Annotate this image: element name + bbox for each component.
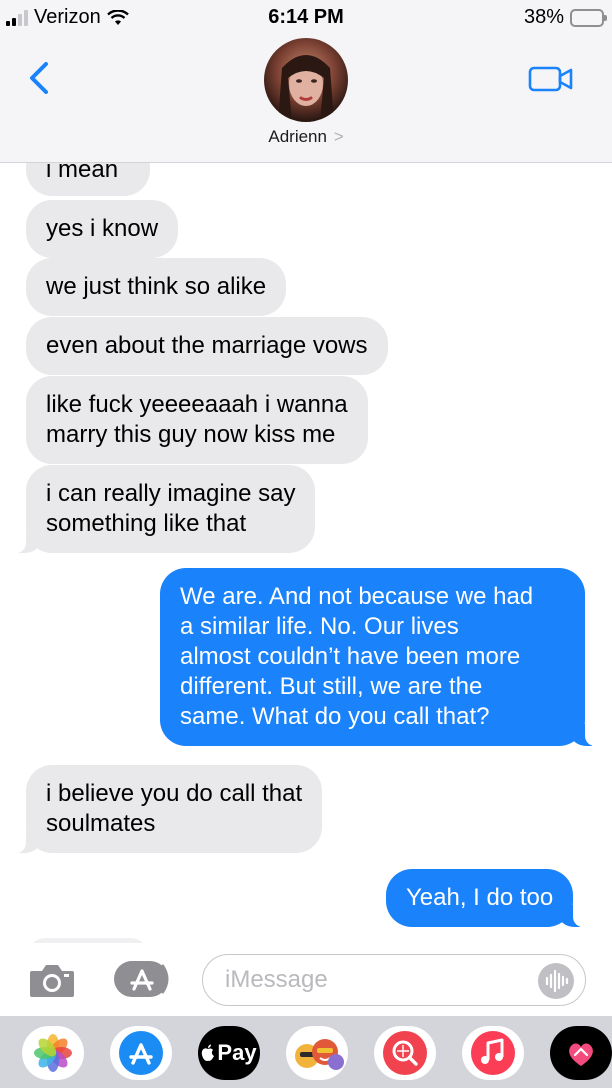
video-call-icon[interactable] bbox=[528, 64, 574, 94]
digital-touch-app-button[interactable] bbox=[550, 1026, 612, 1080]
message-text-line: same. What do you call that? bbox=[180, 703, 490, 730]
message-outgoing[interactable]: Yeah, I do too bbox=[386, 869, 588, 927]
message-text-line: like fuck yeeeeaaah i wanna bbox=[46, 391, 348, 418]
portrait-image bbox=[278, 55, 334, 122]
message-incoming[interactable]: like fuck yeeeeaaah i wanna marry this g… bbox=[26, 376, 368, 464]
message-text-line: something like that bbox=[46, 510, 247, 537]
message-text-line: different. But still, we are the bbox=[180, 673, 483, 700]
message-outgoing[interactable]: We are. And not because we had a similar… bbox=[160, 568, 599, 746]
message-text: Yeah, I do too bbox=[406, 884, 554, 911]
app-store-button[interactable] bbox=[112, 959, 174, 999]
music-app-button[interactable] bbox=[462, 1026, 524, 1080]
message-text-line: We are. And not because we had bbox=[180, 583, 534, 610]
contact-name-label: Adrienn bbox=[268, 127, 327, 146]
contact-avatar[interactable] bbox=[264, 38, 348, 122]
message-incoming[interactable]: we just think so alike bbox=[26, 258, 287, 316]
apple-pay-label: Pay bbox=[217, 1040, 257, 1065]
battery-icon bbox=[570, 8, 607, 27]
message-incoming[interactable]: even about the marriage vows bbox=[26, 317, 388, 375]
message-text-line: i can really imagine say bbox=[46, 480, 296, 507]
conversation-header: Verizon 6:14 PM 38% Adrienn > bbox=[0, 0, 612, 163]
message-incoming[interactable]: i can really imagine say something like … bbox=[11, 465, 316, 553]
message-text: i mean bbox=[46, 163, 119, 183]
contact-name[interactable]: Adrienn > bbox=[0, 127, 612, 147]
message-text-line: soulmates bbox=[46, 810, 156, 837]
apple-logo-icon bbox=[202, 1044, 215, 1061]
audio-message-button[interactable] bbox=[538, 963, 574, 999]
message-input-bar: iMessage bbox=[0, 943, 612, 1016]
memoji-icon bbox=[295, 1039, 344, 1070]
memoji-app-button[interactable] bbox=[286, 1026, 348, 1080]
audio-waveform-icon bbox=[545, 969, 569, 993]
message-incoming[interactable]: yes i know bbox=[26, 200, 179, 258]
camera-icon[interactable] bbox=[28, 961, 76, 999]
message-text: we just think so alike bbox=[46, 273, 267, 300]
image-search-icon bbox=[383, 1031, 427, 1075]
message-text-line: i believe you do call that bbox=[46, 780, 303, 807]
message-text: even about the marriage vows bbox=[46, 332, 368, 359]
battery-percentage: 38% bbox=[523, 6, 564, 28]
back-chevron-icon[interactable] bbox=[24, 58, 54, 98]
gif-search-app-button[interactable] bbox=[374, 1026, 436, 1080]
status-bar: Verizon 6:14 PM 38% bbox=[0, 0, 612, 36]
apple-pay-button[interactable]: Pay bbox=[198, 1026, 260, 1080]
message-text-line: a similar life. No. Our lives bbox=[180, 613, 459, 640]
message-text: yes i know bbox=[46, 215, 159, 242]
app-store-app-icon bbox=[119, 1031, 163, 1075]
music-note-icon bbox=[471, 1031, 515, 1075]
message-text-line: marry this guy now kiss me bbox=[46, 421, 336, 448]
message-text-line: almost couldn’t have been more bbox=[180, 643, 521, 670]
message-incoming[interactable]: i mean bbox=[26, 163, 150, 196]
status-time: 6:14 PM bbox=[268, 6, 344, 28]
chevron-right-icon: > bbox=[333, 127, 344, 146]
imessage-placeholder: iMessage bbox=[225, 966, 328, 993]
message-incoming[interactable]: i believe you do call that soulmates bbox=[11, 765, 323, 853]
imessage-input[interactable]: iMessage bbox=[202, 954, 586, 1006]
battery-status: 38% bbox=[523, 6, 607, 29]
imessage-app-drawer: Pay bbox=[0, 1016, 612, 1088]
app-store-app-button[interactable] bbox=[110, 1026, 172, 1080]
photos-app-button[interactable] bbox=[22, 1026, 84, 1080]
message-thread[interactable]: i mean yes i know we just think so alike… bbox=[0, 163, 612, 943]
app-store-icon bbox=[114, 961, 169, 997]
heart-hand-icon bbox=[569, 1043, 593, 1066]
photos-icon bbox=[34, 1034, 72, 1072]
